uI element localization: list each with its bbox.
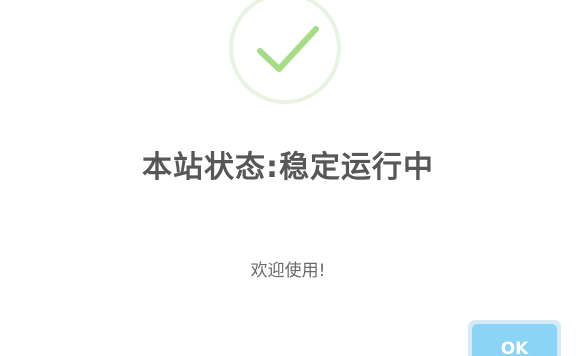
alert-dialog: 本站状态:稳定运行中 欢迎使用! OK [0, 0, 576, 356]
dialog-title: 本站状态:稳定运行中 [142, 150, 434, 185]
checkmark-icon [257, 26, 319, 72]
success-ring [229, 0, 341, 104]
dialog-message: 欢迎使用! [250, 261, 326, 281]
ok-button[interactable]: OK [472, 324, 557, 356]
